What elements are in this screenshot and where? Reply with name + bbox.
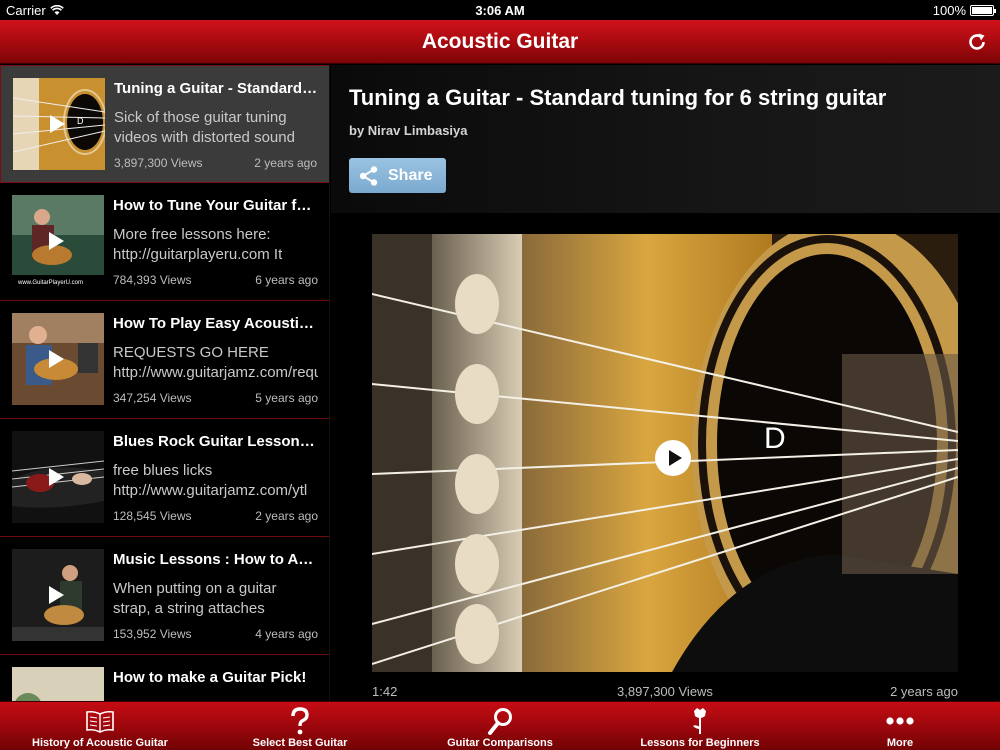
detail-title: Tuning a Guitar - Standard tuning for 6 …: [349, 85, 887, 110]
video-views: 3,897,300 Views: [617, 684, 713, 699]
video-thumbnail: [12, 549, 104, 641]
thumb-caption: www.GuitarPlayerU.com: [17, 280, 83, 286]
battery-percent: 100%: [932, 3, 966, 18]
video-thumbnail: www.GuitarPlayerU.com: [12, 195, 104, 287]
video-thumbnail: D: [13, 78, 105, 170]
magnifier-icon: [488, 708, 512, 735]
share-button[interactable]: Share: [349, 158, 446, 193]
tab-bar: History of Acoustic Guitar Select Best G…: [0, 701, 1000, 750]
list-item[interactable]: Music Lessons : How to Attach a Guitar S…: [0, 537, 329, 655]
status-bar: Carrier 3:06 AM 100%: [0, 0, 1000, 20]
tab-label: Guitar Comparisons: [447, 737, 553, 749]
refresh-button[interactable]: [962, 28, 992, 56]
item-age: 4 years ago: [255, 627, 318, 641]
video-list[interactable]: D Tuning a Guitar - Standard tuning for …: [0, 65, 330, 701]
tab-select-best[interactable]: Select Best Guitar: [200, 702, 400, 750]
refresh-icon: [969, 33, 985, 50]
video-note-label: D: [764, 422, 786, 455]
item-views: 3,897,300 Views: [114, 156, 203, 170]
item-title: How to Tune Your Guitar for beginners: [113, 197, 318, 214]
tab-label: Lessons for Beginners: [640, 737, 760, 749]
list-item[interactable]: www.GuitarPlayerU.com How to Tune Your G…: [0, 183, 329, 301]
item-description: free blues licks http://www.guitarjamz.c…: [113, 462, 308, 499]
share-icon: [359, 165, 378, 186]
play-icon: [49, 586, 64, 604]
video-detail: Tuning a Guitar - Standard tuning for 6 …: [331, 65, 1000, 701]
play-icon: [49, 468, 64, 486]
item-views: 128,545 Views: [113, 509, 192, 523]
play-icon: [49, 232, 64, 250]
item-age: 6 years ago: [255, 273, 318, 287]
detail-author: by Nirav Limbasiya: [349, 123, 468, 138]
item-title: Blues Rock Guitar Lesson - free blues li…: [113, 433, 318, 450]
item-title: How to make a Guitar Pick!: [113, 669, 307, 686]
battery-group: 100%: [932, 3, 996, 18]
item-description: Sick of those guitar tuning videos with …: [114, 109, 295, 146]
item-views: 784,393 Views: [113, 273, 192, 287]
list-item[interactable]: D Tuning a Guitar - Standard tuning for …: [0, 65, 329, 183]
list-item[interactable]: How To Play Easy Acoustic Guitar REQUEST…: [0, 301, 329, 419]
item-views: 347,254 Views: [113, 391, 192, 405]
tab-history[interactable]: History of Acoustic Guitar: [0, 702, 200, 750]
video-player[interactable]: D: [372, 234, 958, 672]
flower-icon: [693, 708, 706, 734]
video-play-button[interactable]: [655, 440, 691, 476]
tab-more[interactable]: More: [800, 702, 1000, 750]
video-age: 2 years ago: [890, 684, 958, 699]
item-title: Tuning a Guitar - Standard tuning for 6 …: [114, 80, 319, 97]
nav-bar: Acoustic Guitar: [0, 20, 1000, 64]
item-age: 2 years ago: [254, 156, 317, 170]
item-description: REQUESTS GO HERE http://www.guitarjamz.c…: [113, 344, 318, 381]
tab-label: More: [886, 737, 914, 749]
battery-icon: [970, 5, 996, 16]
item-title: How To Play Easy Acoustic Guitar: [113, 315, 318, 332]
tab-label: History of Acoustic Guitar: [32, 737, 168, 749]
tab-lessons[interactable]: Lessons for Beginners: [600, 702, 800, 750]
item-title: Music Lessons : How to Attach a Guitar S…: [113, 551, 318, 568]
tab-label: Select Best Guitar: [252, 737, 348, 749]
status-time: 3:06 AM: [475, 3, 525, 18]
video-thumbnail: [12, 431, 104, 523]
play-icon: [50, 115, 65, 133]
question-icon: [291, 707, 309, 735]
book-icon: [86, 710, 114, 733]
tab-comparisons[interactable]: Guitar Comparisons: [400, 702, 600, 750]
detail-header: Tuning a Guitar - Standard tuning for 6 …: [331, 65, 1000, 213]
share-label: Share: [388, 166, 433, 184]
svg-text:D: D: [77, 116, 84, 126]
video-thumbnail: [12, 667, 104, 701]
list-item[interactable]: How to make a Guitar Pick!: [0, 655, 329, 701]
item-description: When putting on a guitar strap, a string…: [113, 580, 277, 617]
nav-title: Acoustic Guitar: [421, 30, 579, 53]
list-item[interactable]: Blues Rock Guitar Lesson - free blues li…: [0, 419, 329, 537]
app-window: Carrier 3:06 AM 100% Acoustic Guitar D T…: [0, 0, 1000, 750]
more-dots-icon: [886, 717, 914, 725]
item-description: More free lessons here: http://guitarpla…: [113, 226, 283, 263]
video-thumbnail: [12, 313, 104, 405]
play-icon: [49, 350, 64, 368]
item-views: 153,952 Views: [113, 627, 192, 641]
item-age: 2 years ago: [255, 509, 318, 523]
item-age: 5 years ago: [255, 391, 318, 405]
